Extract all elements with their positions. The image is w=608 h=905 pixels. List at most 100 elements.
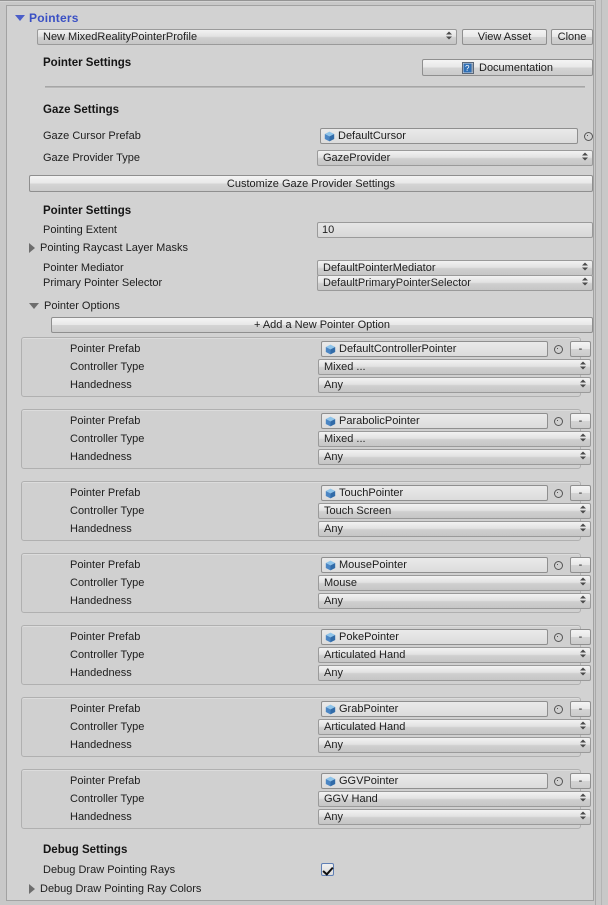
gaze-cursor-prefab-picker-icon[interactable] (582, 130, 595, 143)
controller-type-dropdown[interactable]: Mixed ... (318, 359, 591, 375)
section-divider (45, 86, 585, 89)
controller-type-label: Controller Type (70, 721, 145, 733)
updown-arrows-icon (579, 577, 586, 589)
clone-button[interactable]: Clone (551, 29, 593, 45)
remove-pointer-option-button[interactable]: - (570, 773, 591, 789)
updown-arrows-icon (579, 361, 586, 373)
remove-pointer-option-button[interactable]: - (570, 557, 591, 573)
chevron-right-icon[interactable] (29, 243, 35, 253)
updown-arrows-icon (579, 523, 586, 535)
pointer-prefab-picker-icon[interactable] (552, 343, 565, 356)
remove-pointer-option-button[interactable]: - (570, 485, 591, 501)
pointer-prefab-picker-icon[interactable] (552, 631, 565, 644)
profile-name-label: New MixedRealityPointerProfile (43, 31, 198, 43)
pointer-prefab-picker-icon[interactable] (552, 487, 565, 500)
pointer-prefab-picker-icon[interactable] (552, 559, 565, 572)
updown-arrows-icon (579, 811, 586, 823)
documentation-button[interactable]: ? Documentation (422, 59, 593, 76)
customize-gaze-provider-button[interactable]: Customize Gaze Provider Settings (29, 175, 593, 192)
remove-pointer-option-button[interactable]: - (570, 701, 591, 717)
primary-pointer-selector-dropdown[interactable]: DefaultPrimaryPointerSelector (317, 275, 593, 291)
pointing-extent-input[interactable]: 10 (317, 222, 593, 238)
view-asset-button[interactable]: View Asset (462, 29, 547, 45)
controller-type-dropdown[interactable]: Articulated Hand (318, 647, 591, 663)
remove-pointer-option-button[interactable]: - (570, 629, 591, 645)
gaze-cursor-prefab-value: DefaultCursor (338, 130, 406, 142)
remove-pointer-option-button[interactable]: - (570, 413, 591, 429)
pointing-raycast-layer-masks-foldout[interactable]: Pointing Raycast Layer Masks (29, 242, 188, 254)
pointer-prefab-picker-icon[interactable] (552, 775, 565, 788)
handedness-dropdown[interactable]: Any (318, 449, 591, 465)
pointer-prefab-label: Pointer Prefab (70, 703, 141, 715)
debug-draw-pointing-ray-colors-foldout[interactable]: Debug Draw Pointing Ray Colors (29, 883, 201, 895)
prefab-cube-icon (325, 344, 336, 355)
handedness-value: Any (324, 523, 343, 535)
chevron-down-icon[interactable] (15, 15, 25, 21)
pointer-prefab-field[interactable]: TouchPointer (321, 485, 548, 501)
controller-type-dropdown[interactable]: Mouse (318, 575, 591, 591)
updown-arrows-icon (579, 379, 586, 391)
pointing-raycast-layer-masks-label: Pointing Raycast Layer Masks (40, 242, 188, 254)
controller-type-dropdown[interactable]: Mixed ... (318, 431, 591, 447)
updown-arrows-icon (579, 793, 586, 805)
remove-pointer-option-button[interactable]: - (570, 341, 591, 357)
updown-arrows-icon (579, 433, 586, 445)
pointer-prefab-label: Pointer Prefab (70, 631, 141, 643)
gutter-line (601, 0, 602, 905)
controller-type-dropdown[interactable]: Articulated Hand (318, 719, 591, 735)
controller-type-label: Controller Type (70, 361, 145, 373)
pointer-options-foldout[interactable]: Pointer Options (29, 300, 120, 312)
pointer-prefab-field[interactable]: PokePointer (321, 629, 548, 645)
window-right-gutter (595, 0, 608, 905)
pointer-option-item: Pointer Prefab DefaultControllerPointer - C… (21, 337, 591, 397)
handedness-dropdown[interactable]: Any (318, 809, 591, 825)
pointer-prefab-field[interactable]: MousePointer (321, 557, 548, 573)
controller-type-label: Controller Type (70, 793, 145, 805)
chevron-right-icon[interactable] (29, 884, 35, 894)
controller-type-dropdown[interactable]: GGV Hand (318, 791, 591, 807)
pointer-option-item: Pointer Prefab PokePointer - Controller Typ… (21, 625, 591, 685)
pointer-prefab-picker-icon[interactable] (552, 703, 565, 716)
window-top-highlight (0, 1, 608, 2)
updown-arrows-icon (579, 739, 586, 751)
pointer-prefab-picker-icon[interactable] (552, 415, 565, 428)
pointer-prefab-field[interactable]: ParabolicPointer (321, 413, 548, 429)
handedness-dropdown[interactable]: Any (318, 593, 591, 609)
updown-arrows-icon (581, 262, 588, 274)
prefab-cube-icon (325, 632, 336, 643)
pointer-prefab-label: Pointer Prefab (70, 775, 141, 787)
pointer-option-item: Pointer Prefab GGVPointer - Controller Type… (21, 769, 591, 829)
controller-type-dropdown[interactable]: Touch Screen (318, 503, 591, 519)
handedness-dropdown[interactable]: Any (318, 665, 591, 681)
handedness-dropdown[interactable]: Any (318, 737, 591, 753)
gaze-provider-type-label: Gaze Provider Type (43, 152, 141, 164)
gaze-cursor-prefab-label: Gaze Cursor Prefab (43, 130, 141, 142)
profile-select-dropdown[interactable]: New MixedRealityPointerProfile (37, 29, 457, 45)
chevron-down-icon[interactable] (29, 303, 39, 309)
pointer-prefab-value: TouchPointer (339, 487, 404, 499)
debug-draw-pointing-ray-colors-label: Debug Draw Pointing Ray Colors (40, 883, 202, 895)
handedness-value: Any (324, 379, 343, 391)
pointer-prefab-field[interactable]: DefaultControllerPointer (321, 341, 548, 357)
add-pointer-option-button[interactable]: + Add a New Pointer Option (51, 317, 593, 333)
updown-arrows-icon (581, 152, 588, 164)
prefab-cube-icon (325, 488, 336, 499)
pointers-foldout-header[interactable]: Pointers (15, 11, 79, 25)
debug-draw-pointing-rays-checkbox[interactable] (321, 863, 334, 876)
handedness-dropdown[interactable]: Any (318, 521, 591, 537)
pointer-prefab-value: PokePointer (339, 631, 399, 643)
primary-pointer-selector-label: Primary Pointer Selector (43, 277, 163, 289)
gaze-provider-type-dropdown[interactable]: GazeProvider (317, 150, 593, 166)
handedness-value: Any (324, 451, 343, 463)
pointer-mediator-dropdown[interactable]: DefaultPointerMediator (317, 260, 593, 276)
unity-inspector-window: Pointers New MixedRealityPointerProfile … (0, 0, 608, 905)
gaze-settings-heading: Gaze Settings (43, 104, 120, 116)
pointer-prefab-field[interactable]: GGVPointer (321, 773, 548, 789)
updown-arrows-icon (579, 721, 586, 733)
updown-arrows-icon (579, 505, 586, 517)
pointer-prefab-field[interactable]: GrabPointer (321, 701, 548, 717)
gaze-cursor-prefab-field[interactable]: DefaultCursor (320, 128, 578, 144)
handedness-dropdown[interactable]: Any (318, 377, 591, 393)
pointing-extent-label: Pointing Extent (43, 224, 117, 236)
pointer-prefab-value: MousePointer (339, 559, 407, 571)
